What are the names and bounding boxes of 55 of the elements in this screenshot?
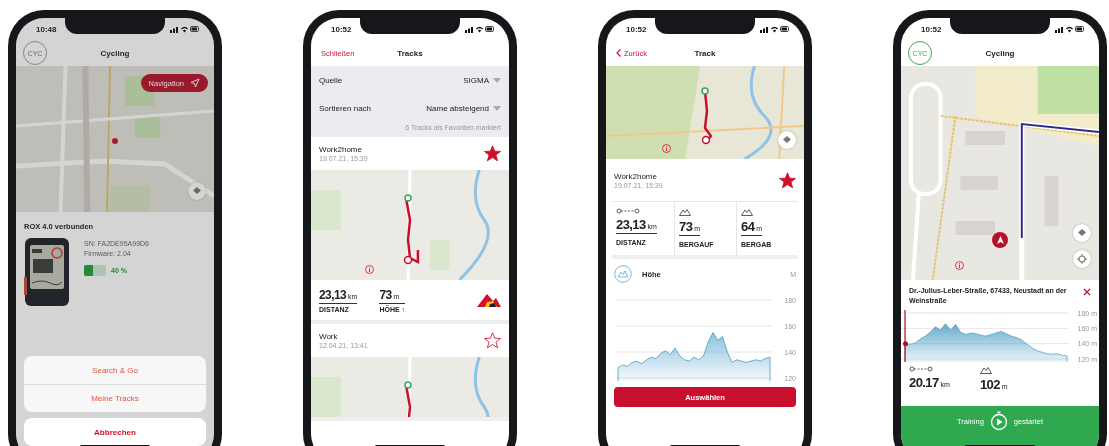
layers-icon — [782, 135, 792, 145]
action-option[interactable]: Search & Go — [24, 356, 206, 384]
screen-title: Cycling — [985, 48, 1015, 58]
close-icon[interactable] — [1083, 288, 1091, 296]
stat-value: 20.17 — [909, 375, 939, 390]
status-time: 10:48 — [36, 24, 57, 34]
filter-label: Quelle — [319, 75, 343, 85]
star-icon[interactable] — [779, 171, 796, 189]
star-icon[interactable] — [484, 145, 501, 162]
battery-gauge — [84, 265, 106, 276]
filter-select[interactable]: Name absteigend — [426, 103, 501, 113]
mountain-icon — [979, 366, 992, 374]
distance-icon — [909, 366, 933, 372]
status-icons — [170, 25, 200, 33]
info-icon[interactable] — [662, 144, 671, 153]
stat-value: 73 — [379, 287, 392, 302]
play-icon — [989, 411, 1008, 431]
status-time: 10:52 — [626, 24, 647, 34]
stat-value: 64 — [741, 219, 755, 234]
stat-value: 23,13 — [616, 217, 646, 232]
distance-icon — [616, 208, 640, 214]
track-name: Work2home — [614, 171, 658, 181]
stat-value: 23,13 — [319, 287, 347, 302]
screen-title: Tracks — [397, 48, 423, 58]
location-marker — [112, 138, 118, 144]
filter-label: Sortieren nach — [319, 103, 372, 113]
stat-value: 102 — [979, 377, 1000, 392]
cancel-button[interactable]: Abbrechen — [24, 418, 206, 446]
mountain-icon — [741, 208, 753, 216]
status-time: 10:52 — [331, 24, 352, 34]
status-icons — [465, 25, 495, 33]
mountain-logo-icon — [477, 292, 501, 308]
action-option[interactable]: Meine Tracks — [24, 384, 206, 412]
send-icon — [190, 78, 200, 88]
layers-icon — [192, 186, 202, 196]
status-time: 10:52 — [921, 24, 942, 34]
caret-icon — [493, 77, 501, 83]
screen-title: Cycling — [100, 48, 130, 58]
info-icon[interactable] — [365, 265, 374, 274]
info-icon[interactable] — [955, 261, 964, 270]
stat-value: 73 — [679, 219, 693, 234]
status-icons — [1055, 25, 1085, 33]
status-icons — [760, 25, 790, 33]
position-marker — [903, 310, 908, 362]
chevron-icon — [616, 49, 621, 57]
screen-title: Track — [694, 48, 716, 58]
filter-select[interactable]: SIGMA — [463, 75, 501, 85]
track-name[interactable]: Work2home — [319, 145, 368, 154]
track-name[interactable]: Work — [319, 332, 368, 341]
caret-icon — [493, 105, 501, 111]
star-icon[interactable] — [484, 332, 501, 349]
layers-icon — [1077, 228, 1087, 238]
mountain-icon — [679, 208, 691, 216]
mountain-icon — [614, 265, 632, 283]
locate-icon — [1077, 254, 1087, 264]
